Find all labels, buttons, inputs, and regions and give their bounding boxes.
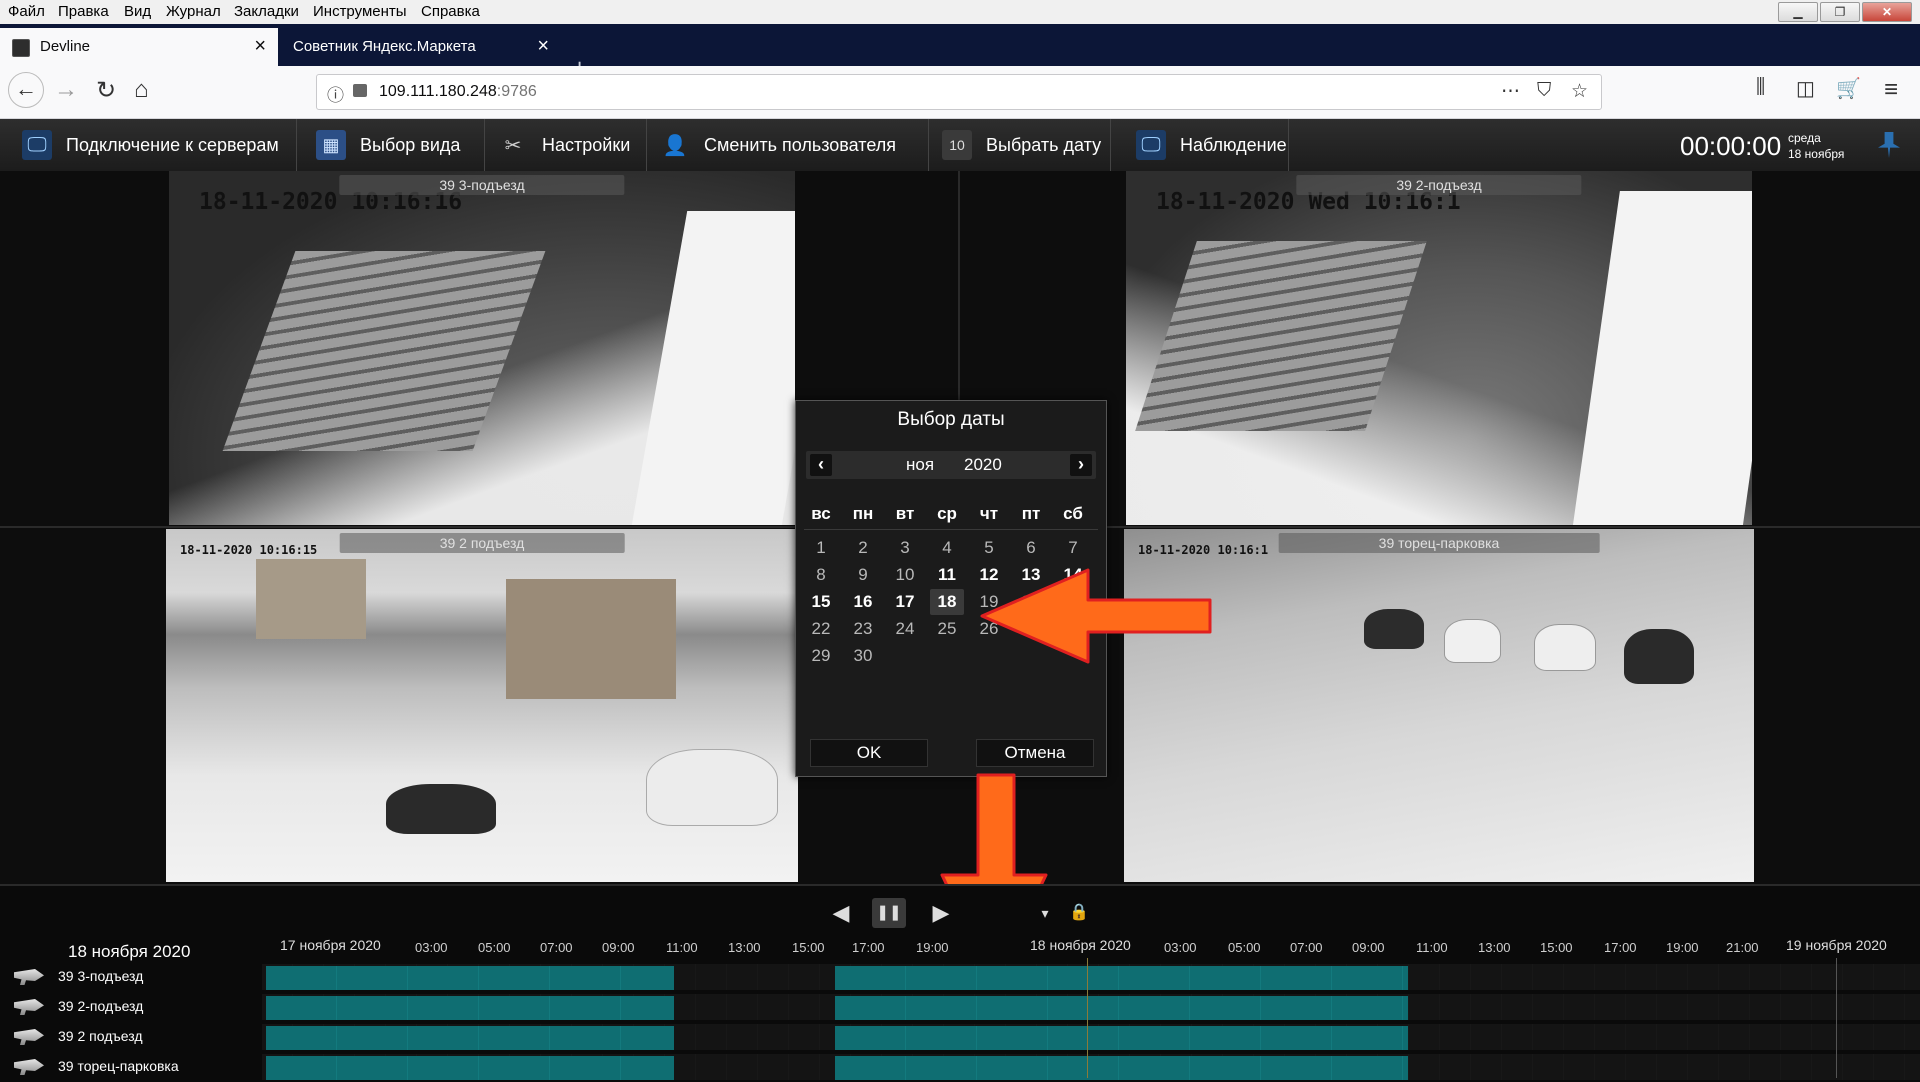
timeline-track[interactable]: 39 3-подъезд	[0, 964, 1920, 990]
play-forward-icon[interactable]: ▶	[924, 898, 958, 928]
timeline-hour-label: 03:00	[415, 940, 448, 955]
lock-icon[interactable]: 🔒	[1062, 898, 1096, 928]
timeline-hour-label: 17:00	[1604, 940, 1637, 955]
timeline-hour-label: 13:00	[1478, 940, 1511, 955]
recording-segment[interactable]	[835, 1026, 1408, 1050]
arrow-left-annotation	[980, 568, 1212, 664]
track-name: 39 торец-парковка	[58, 1058, 179, 1074]
timeline-hour-label: 11:00	[1416, 940, 1448, 955]
timeline-hour-label: 19:00	[916, 940, 949, 955]
timeline-hour-label: 19:00	[1666, 940, 1699, 955]
camera-icon	[14, 1029, 44, 1045]
timeline-hour-label: 09:00	[1352, 940, 1385, 955]
track-name: 39 2 подъезд	[58, 1028, 143, 1044]
recording-segment[interactable]	[835, 996, 1408, 1020]
timeline-hour-label: 15:00	[1540, 940, 1573, 955]
camera-icon	[14, 1059, 44, 1075]
timeline-hour-label: 13:00	[728, 940, 761, 955]
timeline-hour-label: 09:00	[602, 940, 635, 955]
recording-segment[interactable]	[266, 1026, 674, 1050]
day-boundary-line	[1836, 958, 1837, 1078]
timeline-hour-label: 03:00	[1164, 940, 1197, 955]
timeline-track[interactable]: 39 2 подъезд	[0, 1024, 1920, 1050]
timeline-track[interactable]: 39 2-подъезд	[0, 994, 1920, 1020]
recording-segment[interactable]	[835, 1056, 1408, 1080]
timeline-date-label: 19 ноября 2020	[1786, 937, 1887, 953]
timeline-date-label: 18 ноября 2020	[1030, 937, 1131, 953]
timeline-date-label: 17 ноября 2020	[280, 937, 381, 953]
recording-segment[interactable]	[835, 966, 1408, 990]
timeline-panel: ◀ ❚❚ ▶ ▾ 🔒 18 ноября 2020 17 ноября 2020…	[0, 884, 1920, 1082]
recording-segment[interactable]	[266, 996, 674, 1020]
pause-icon[interactable]: ❚❚	[872, 898, 906, 928]
timeline-hour-label: 17:00	[852, 940, 885, 955]
timeline-hour-label: 05:00	[478, 940, 511, 955]
play-backward-icon[interactable]: ◀	[824, 898, 858, 928]
timeline-track[interactable]: 39 торец-парковка	[0, 1054, 1920, 1080]
camera-icon	[14, 969, 44, 985]
speed-dropdown-icon[interactable]: ▾	[1028, 898, 1062, 928]
timeline-hour-label: 05:00	[1228, 940, 1261, 955]
timeline-hour-label: 15:00	[792, 940, 825, 955]
timeline-current-date: 18 ноября 2020	[68, 942, 191, 961]
camera-icon	[14, 999, 44, 1015]
track-name: 39 3-подъезд	[58, 968, 144, 984]
timeline-hour-label: 07:00	[1290, 940, 1323, 955]
timeline-hour-label: 21:00	[1726, 940, 1759, 955]
track-name: 39 2-подъезд	[58, 998, 144, 1014]
timeline-cursor	[1087, 958, 1088, 1078]
timeline-hour-label: 11:00	[666, 940, 698, 955]
timeline-hour-label: 07:00	[540, 940, 573, 955]
recording-segment[interactable]	[266, 966, 674, 990]
recording-segment[interactable]	[266, 1056, 674, 1080]
